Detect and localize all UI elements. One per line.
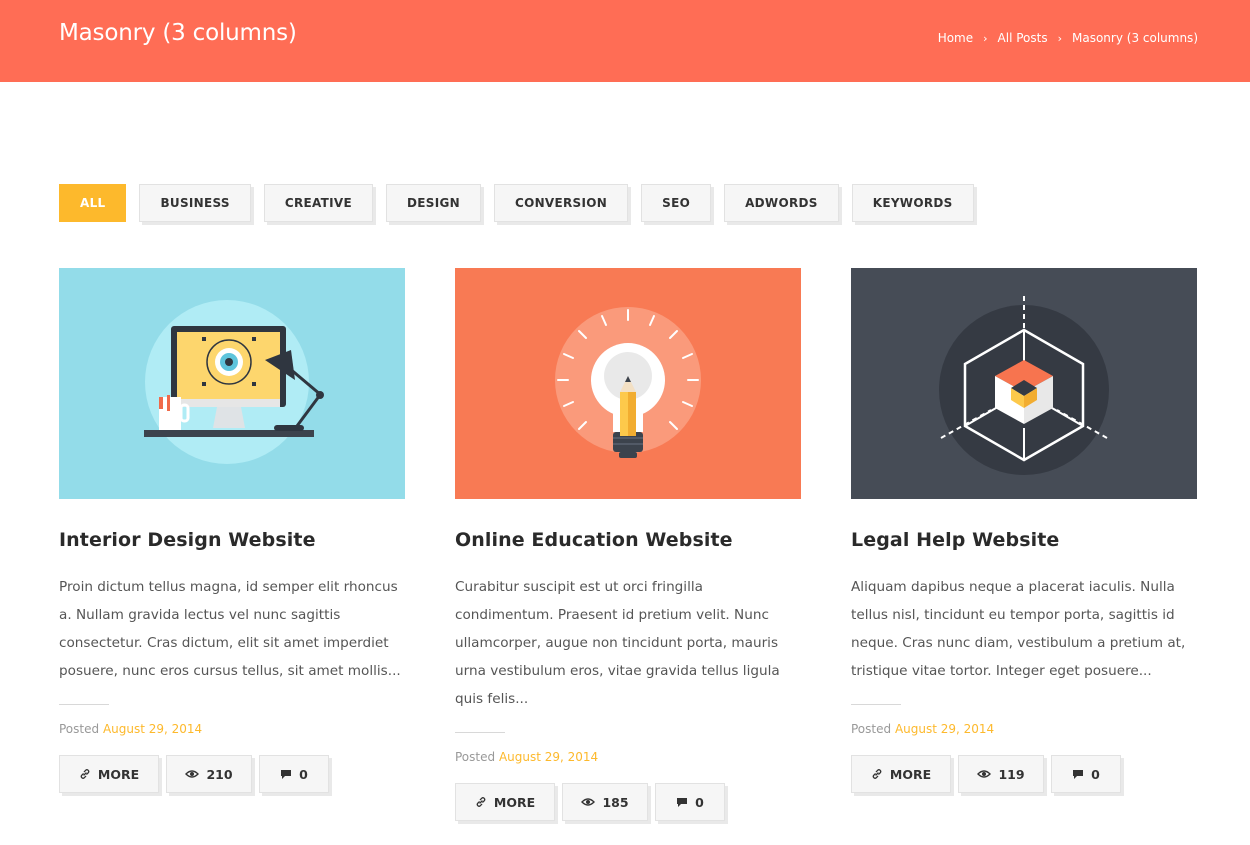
divider — [59, 704, 109, 705]
filter-adwords[interactable]: ADWORDS — [724, 184, 839, 222]
post-actions: MORE 119 0 — [851, 755, 1197, 793]
divider — [851, 704, 901, 705]
chevron-right-icon: › — [1057, 31, 1062, 45]
post-actions: MORE 185 0 — [455, 783, 801, 821]
more-label: MORE — [97, 766, 140, 782]
divider — [455, 732, 505, 733]
eye-icon — [977, 769, 992, 779]
eye-icon — [581, 797, 596, 807]
posted-label: Posted — [59, 722, 100, 736]
post-thumbnail[interactable] — [59, 268, 405, 499]
post-excerpt: Curabitur suscipit est ut orci fringilla… — [455, 579, 780, 707]
comments-button[interactable]: 0 — [1051, 755, 1121, 793]
views-button[interactable]: 210 — [166, 755, 252, 793]
desk-computer-illustration — [59, 268, 405, 499]
filter-conversion[interactable]: CONVERSION — [493, 184, 629, 222]
chevron-right-icon: › — [983, 31, 988, 45]
eye-icon — [185, 769, 200, 779]
filter-business[interactable]: BUSINESS — [139, 184, 251, 222]
post-date-link[interactable]: August 29, 2014 — [499, 750, 598, 764]
views-count: 185 — [602, 794, 629, 810]
comments-count: 0 — [1091, 766, 1100, 782]
more-label: MORE — [493, 794, 536, 810]
comments-button[interactable]: 0 — [259, 755, 329, 793]
page-header: Masonry (3 columns) Home › All Posts › M… — [0, 0, 1250, 82]
filter-keywords[interactable]: KEYWORDS — [851, 184, 974, 222]
comments-count: 0 — [695, 794, 704, 810]
post-card: Legal Help Website Aliquam dapibus neque… — [851, 268, 1197, 793]
lightbulb-pencil-illustration — [455, 268, 801, 499]
post-excerpt: Aliquam dapibus neque a placerat iaculis… — [851, 579, 1186, 679]
views-button[interactable]: 119 — [958, 755, 1044, 793]
filter-design[interactable]: DESIGN — [386, 184, 481, 222]
post-date-link[interactable]: August 29, 2014 — [103, 722, 202, 736]
post-meta: Posted August 29, 2014 — [851, 722, 1197, 736]
views-button[interactable]: 185 — [562, 783, 648, 821]
category-filter-bar: ALL BUSINESS CREATIVE DESIGN CONVERSION … — [59, 184, 987, 222]
comments-button[interactable]: 0 — [655, 783, 725, 821]
more-button[interactable]: MORE — [455, 783, 555, 821]
post-meta: Posted August 29, 2014 — [455, 750, 801, 764]
post-title[interactable]: Legal Help Website — [851, 529, 1197, 551]
post-thumbnail[interactable] — [455, 268, 801, 499]
post-card: Interior Design Website Proin dictum tel… — [59, 268, 405, 793]
cube-wireframe-illustration — [851, 268, 1197, 499]
post-title[interactable]: Interior Design Website — [59, 529, 405, 551]
breadcrumb-current: Masonry (3 columns) — [1072, 31, 1198, 45]
comment-icon — [280, 769, 292, 780]
posted-label: Posted — [851, 722, 892, 736]
breadcrumb-home-link[interactable]: Home — [938, 31, 973, 45]
breadcrumb-all-posts-link[interactable]: All Posts — [998, 31, 1048, 45]
post-meta: Posted August 29, 2014 — [59, 722, 405, 736]
link-icon — [475, 796, 487, 808]
post-excerpt: Proin dictum tellus magna, id semper eli… — [59, 579, 401, 679]
filter-seo[interactable]: SEO — [641, 184, 712, 222]
more-button[interactable]: MORE — [59, 755, 159, 793]
comments-count: 0 — [299, 766, 308, 782]
post-date-link[interactable]: August 29, 2014 — [895, 722, 994, 736]
link-icon — [79, 768, 91, 780]
comment-icon — [676, 797, 688, 808]
filter-creative[interactable]: CREATIVE — [263, 184, 374, 222]
breadcrumb: Home › All Posts › Masonry (3 columns) — [938, 31, 1198, 45]
views-count: 119 — [998, 766, 1025, 782]
post-title[interactable]: Online Education Website — [455, 529, 801, 551]
posted-label: Posted — [455, 750, 496, 764]
page-title: Masonry (3 columns) — [59, 20, 297, 46]
views-count: 210 — [206, 766, 233, 782]
post-card: Online Education Website Curabitur susci… — [455, 268, 801, 821]
comment-icon — [1072, 769, 1084, 780]
more-label: MORE — [889, 766, 932, 782]
filter-all[interactable]: ALL — [59, 184, 127, 222]
post-thumbnail[interactable] — [851, 268, 1197, 499]
post-actions: MORE 210 0 — [59, 755, 405, 793]
more-button[interactable]: MORE — [851, 755, 951, 793]
link-icon — [871, 768, 883, 780]
